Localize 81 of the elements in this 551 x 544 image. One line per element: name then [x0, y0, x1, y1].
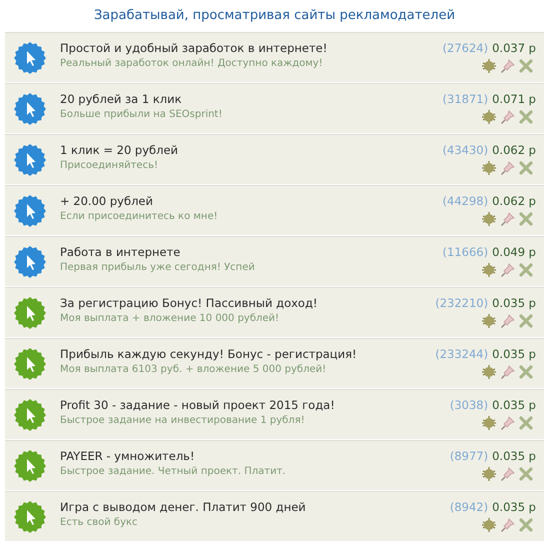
ad-title: Работа в интернете: [60, 244, 182, 258]
ad-price: 0.035 р: [492, 500, 536, 514]
ad-row[interactable]: PAYEER - умножитель! Быстрое задание. Четный проект. Платит. (8977) 0.035 р: [5, 440, 544, 491]
pin-icon[interactable]: [500, 517, 516, 533]
ad-title: Profit 30 - задание - новый проект 2015 года!: [60, 398, 336, 412]
ad-description: Быстрое задание на инвестирование 1 рубля!: [60, 414, 306, 426]
ad-description: Моя выплата + вложение 10 000 рублей!: [60, 312, 280, 324]
view-count: (8977): [450, 449, 488, 463]
ad-row[interactable]: Работа в интернете Первая прибыль уже сегодня! Успей (11666) 0.049 р: [5, 236, 544, 287]
bug-icon[interactable]: [481, 262, 497, 278]
close-icon[interactable]: [519, 161, 533, 175]
pin-icon[interactable]: [500, 466, 516, 482]
ad-title: Простой и удобный заработок в интернете!: [60, 40, 328, 54]
bug-icon[interactable]: [481, 415, 497, 431]
ad-price: 0.062 р: [492, 143, 536, 157]
ad-title: 20 рублей за 1 клик: [60, 92, 183, 106]
bug-icon[interactable]: [481, 466, 497, 482]
ad-description: Присоединяйтесь!: [60, 160, 159, 170]
view-count: (31871): [442, 92, 488, 106]
view-count: (233244): [435, 347, 488, 361]
ad-title: Прибыль каждую секунду! Бонус - регистрация!: [60, 346, 358, 360]
ad-price: 0.037 р: [492, 41, 536, 55]
ad-row[interactable]: За регистрацию Бонус! Пассивный доход! Моя выплата + вложение 10 000 рублей! (232210) 0.035 р: [5, 287, 544, 338]
close-icon[interactable]: [519, 416, 533, 430]
view-count: (11666): [442, 245, 488, 259]
bug-icon[interactable]: [481, 211, 497, 227]
ad-price: 0.035 р: [492, 449, 536, 463]
close-icon[interactable]: [519, 518, 533, 532]
pin-icon[interactable]: [500, 262, 516, 278]
pin-icon[interactable]: [500, 109, 516, 125]
bug-icon[interactable]: [481, 313, 497, 329]
ad-title: + 20.00 рублей: [60, 194, 154, 208]
close-icon[interactable]: [519, 467, 533, 481]
ad-price: 0.035 р: [492, 296, 536, 310]
view-count: (44298): [442, 194, 488, 208]
bug-icon[interactable]: [481, 109, 497, 125]
view-count: (43430): [442, 143, 488, 157]
ad-row[interactable]: Игра с выводом денег. Платит 900 дней Есть свой букс (8942) 0.035 р: [5, 491, 544, 542]
ad-title: За регистрацию Бонус! Пассивный доход!: [60, 296, 319, 310]
ad-description: Больше прибыли на SEOsprint!: [60, 108, 224, 120]
close-icon[interactable]: [519, 263, 533, 277]
close-icon[interactable]: [519, 212, 533, 226]
close-icon[interactable]: [519, 314, 533, 328]
ad-description: Реальный заработок онлайн! Доступно каждому!: [60, 58, 324, 68]
ad-row[interactable]: 20 рублей за 1 клик Больше прибыли на SEOsprint! (31871) 0.071 р: [5, 83, 544, 134]
page-title: Зарабатывай, просматривая сайты рекламодателей: [92, 7, 456, 25]
ad-price: 0.062 р: [492, 194, 536, 208]
ad-row[interactable]: Простой и удобный заработок в интернете! Реальный заработок онлайн! Доступно каждому! (27624) 0.037 р: [5, 32, 544, 83]
pin-icon[interactable]: [500, 211, 516, 227]
view-count: (3038): [450, 398, 488, 412]
ad-price: 0.035 р: [492, 398, 536, 412]
pin-icon[interactable]: [500, 313, 516, 329]
ad-price: 0.035 р: [492, 347, 536, 361]
ad-row[interactable]: + 20.00 рублей Если присоединитесь ко мне! (44298) 0.062 р: [5, 185, 544, 236]
ad-row[interactable]: Profit 30 - задание - новый проект 2015 года! Быстрое задание на инвестирование 1 рубля! (3038) 0.035 р: [5, 389, 544, 440]
ad-price: 0.049 р: [492, 245, 536, 259]
pin-icon[interactable]: [500, 160, 516, 176]
view-count: (27624): [442, 41, 488, 55]
pin-icon[interactable]: [500, 415, 516, 431]
bug-icon[interactable]: [481, 364, 497, 380]
close-icon[interactable]: [519, 110, 533, 124]
ad-row[interactable]: Прибыль каждую секунду! Бонус - регистрация! Моя выплата 6103 руб. + вложение 5 000 рублей! (233244) 0.035 р: [5, 338, 544, 389]
ad-row[interactable]: 1 клик = 20 рублей Присоединяйтесь! (43430) 0.062 р: [5, 134, 544, 185]
bug-icon[interactable]: [481, 160, 497, 176]
close-icon[interactable]: [519, 59, 533, 73]
ad-title: Игра с выводом денег. Платит 900 дней: [60, 500, 307, 514]
bug-icon[interactable]: [481, 517, 497, 533]
ad-price: 0.071 р: [492, 92, 536, 106]
view-count: (232210): [435, 296, 488, 310]
ad-description: Первая прибыль уже сегодня! Успей: [60, 262, 256, 272]
view-count: (8942): [450, 500, 488, 514]
ad-description: Есть свой букс: [60, 516, 139, 528]
ad-title: 1 клик = 20 рублей: [60, 142, 180, 156]
bug-icon[interactable]: [481, 58, 497, 74]
close-icon[interactable]: [519, 365, 533, 379]
ad-description: Моя выплата 6103 руб. + вложение 5 000 рублей!: [60, 364, 328, 374]
ad-description: Если присоединитесь ко мне!: [60, 210, 219, 222]
pin-icon[interactable]: [500, 364, 516, 380]
ad-title: PAYEER - умножитель!: [60, 448, 196, 462]
ad-description: Быстрое задание. Четный проект. Платит.: [60, 466, 287, 476]
pin-icon[interactable]: [500, 58, 516, 74]
